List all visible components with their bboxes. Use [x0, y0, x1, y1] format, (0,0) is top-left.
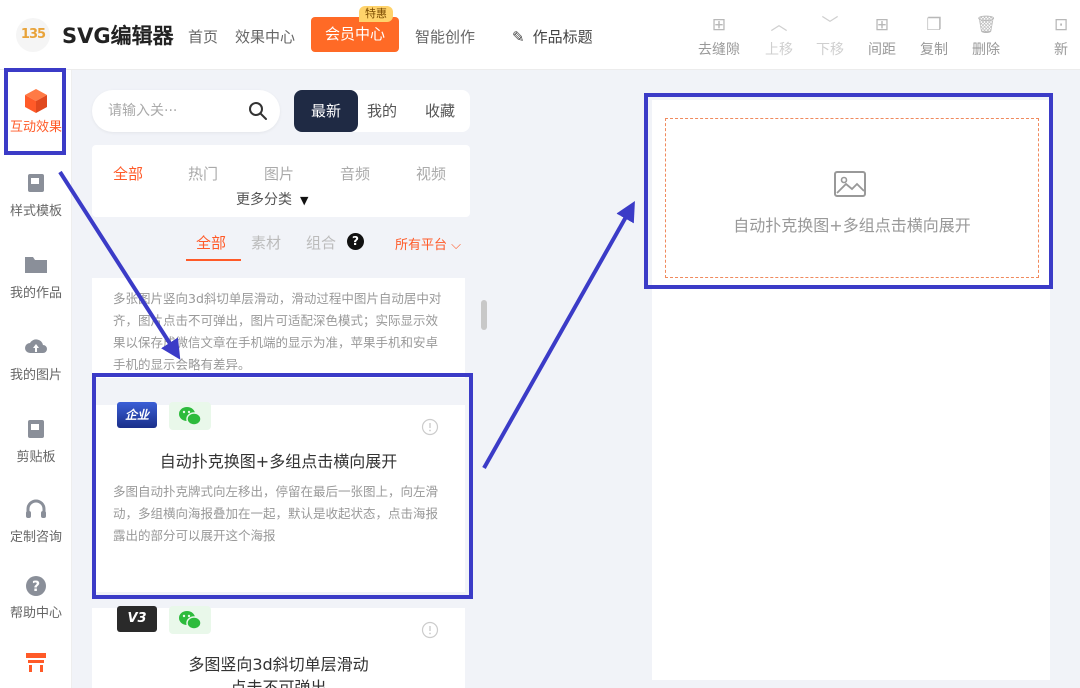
annotation-arrow-2 — [482, 201, 635, 469]
annotation-arrows — [58, 170, 635, 469]
annotation-arrow-1 — [58, 170, 181, 360]
